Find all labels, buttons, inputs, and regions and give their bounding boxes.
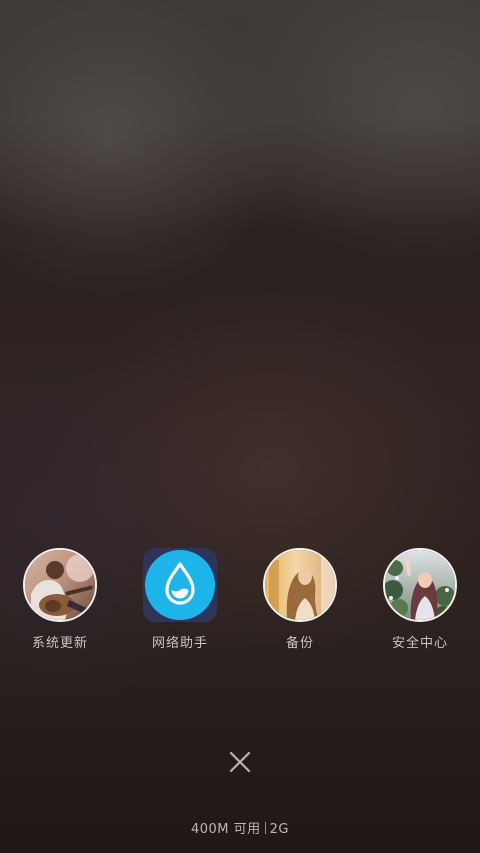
memory-total: 2G bbox=[269, 822, 290, 837]
app-label: 安全中心 bbox=[391, 636, 448, 651]
app-label: 备份 bbox=[285, 636, 314, 651]
recent-apps-row: 系统更新 网络助手 备份 安全中心 bbox=[0, 548, 480, 658]
app-label: 系统更新 bbox=[31, 636, 88, 651]
close-icon bbox=[229, 751, 251, 773]
flower-girl-photo-icon bbox=[383, 548, 457, 622]
close-button[interactable] bbox=[220, 742, 260, 782]
girl-photo-icon bbox=[263, 548, 337, 622]
app-item-network-assistant[interactable]: 网络助手 bbox=[120, 548, 240, 658]
water-drop-icon bbox=[143, 548, 217, 622]
memory-status: 400M 可用 2G bbox=[0, 818, 480, 837]
app-label: 网络助手 bbox=[151, 636, 208, 651]
app-item-system-update[interactable]: 系统更新 bbox=[0, 548, 120, 658]
app-item-backup[interactable]: 备份 bbox=[240, 548, 360, 658]
memory-separator bbox=[264, 822, 266, 834]
memory-available: 400M 可用 bbox=[190, 822, 261, 837]
guitar-photo-icon bbox=[23, 548, 97, 622]
app-item-security-center[interactable]: 安全中心 bbox=[360, 548, 480, 658]
